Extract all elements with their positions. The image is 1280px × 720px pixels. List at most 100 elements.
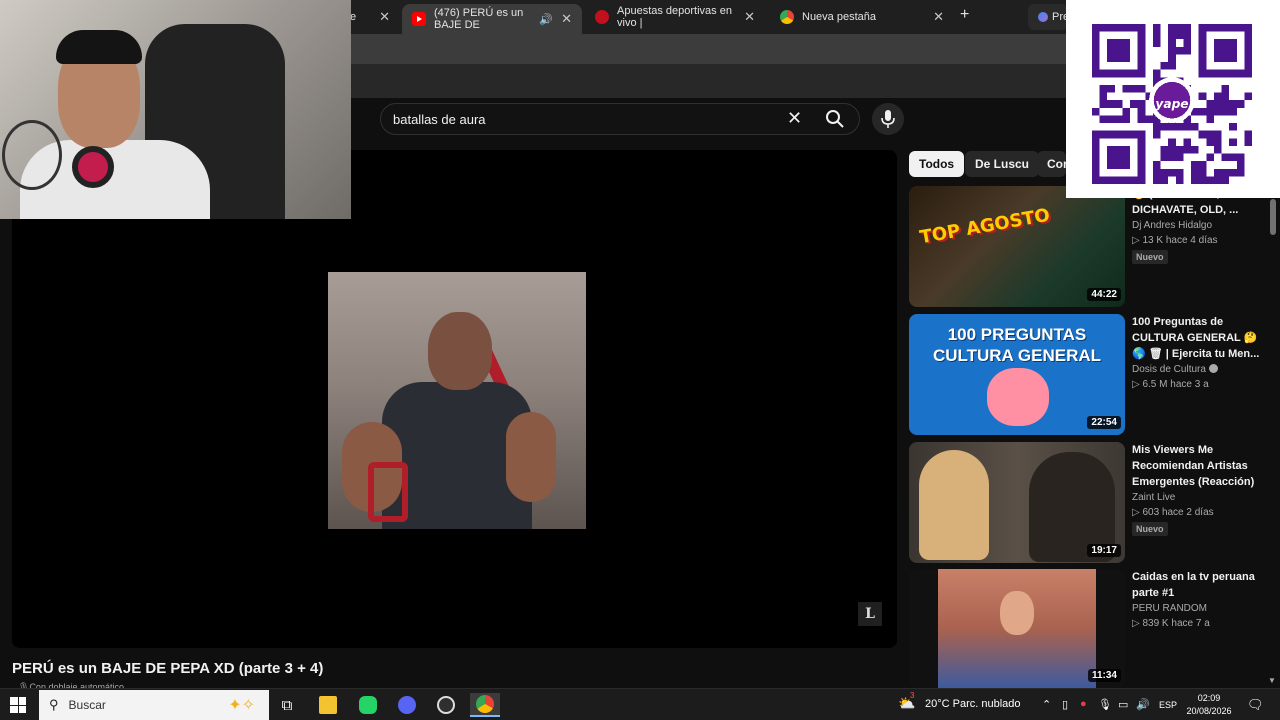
duration-badge: 11:34 (1087, 669, 1121, 682)
tab-betting[interactable]: Apuestas deportivas en vivo | ✕ (585, 4, 765, 30)
clock-date: 20/08/2026 (1186, 706, 1232, 716)
chip-all[interactable]: Todos (909, 151, 965, 177)
recommended-video[interactable]: 11:34 Caidas en la tv peruana parte #1 P… (909, 569, 1264, 688)
file-explorer-button[interactable] (313, 693, 343, 717)
duration-badge: 19:17 (1087, 544, 1121, 557)
microphone-icon[interactable]: 🎙 (1098, 698, 1112, 711)
chrome-icon (780, 10, 794, 24)
thumbnail-text: TOP AGOSTO (918, 204, 1052, 249)
microphone-icon (881, 110, 895, 128)
weather-text[interactable]: 20°C Parc. nublado (925, 698, 1021, 710)
chip-related[interactable]: Con (1037, 151, 1066, 177)
upload-age: hace 7 a (1171, 618, 1210, 629)
thumbnail-text: 100 PREGUNTAS CULTURA GENERAL (932, 325, 1102, 365)
task-view-button[interactable]: ⧉ (272, 693, 302, 717)
tab-label: Nueva pestaña (802, 11, 876, 23)
notifications-icon[interactable]: 🗨 (1247, 697, 1264, 713)
channel-name[interactable]: Dosis de Cultura (1132, 364, 1262, 375)
video-frame (328, 272, 586, 529)
video-thumbnail[interactable]: TOP AGOSTO 44:22 (909, 186, 1125, 307)
video-title[interactable]: Mis Viewers Me Recomiendan Artistas Emer… (1132, 442, 1262, 490)
channel-name[interactable]: Dj Andres Hidalgo (1132, 220, 1262, 231)
copilot-sparkle-icon: ✦✧ (228, 697, 255, 714)
view-count: ▷ 603 (1132, 507, 1160, 518)
video-meta: ▷ 13 K hace 4 días (1132, 235, 1262, 246)
device-icon[interactable]: ▯ (1062, 698, 1068, 711)
video-meta: ▷ 6.5 M hace 3 a (1132, 379, 1262, 390)
volume-icon[interactable]: 🔊 (1136, 698, 1150, 711)
app-tray-icon[interactable]: ● (1080, 698, 1087, 710)
betting-site-icon (595, 10, 609, 24)
video-thumbnail[interactable]: 19:17 (909, 442, 1125, 563)
video-player[interactable]: L (12, 150, 897, 648)
close-icon[interactable]: ✕ (379, 9, 390, 25)
search-input[interactable]: batallas de aura (393, 112, 486, 127)
microphone-icon (72, 146, 114, 188)
tab-new-tab[interactable]: Nueva pestaña ✕ (770, 4, 954, 30)
network-icon[interactable]: ▭ (1118, 698, 1128, 711)
tab-label: (476) PERÚ es un BAJE DE (434, 7, 524, 31)
taskbar-search[interactable]: ⚲ Buscar ✦✧ (39, 690, 269, 720)
task-view-icon: ⧉ (281, 696, 293, 714)
whatsapp-icon (359, 696, 377, 714)
channel-name[interactable]: PERU RANDOM (1132, 603, 1262, 614)
discord-button[interactable] (392, 693, 422, 717)
video-title[interactable]: 100 Preguntas de CULTURA GENERAL 🤔 🌎 🗑 |… (1132, 314, 1262, 362)
scrollbar-thumb[interactable] (1270, 199, 1276, 235)
tab-youtube-video[interactable]: (476) PERÚ es un BAJE DE 🔊 ✕ (402, 4, 582, 34)
chrome-icon (476, 695, 494, 713)
scroll-down-arrow-icon[interactable]: ▼ (1268, 676, 1276, 685)
discord-icon (398, 696, 416, 714)
clock-time: 02:09 (1197, 693, 1221, 703)
search-icon: ⚲ (49, 697, 59, 712)
windows-start-icon[interactable] (10, 697, 26, 713)
recommended-video[interactable]: 100 PREGUNTAS CULTURA GENERAL 22:54 100 … (909, 314, 1264, 436)
tab-gemini[interactable]: Pre (1028, 4, 1069, 30)
gemini-icon (1038, 12, 1048, 22)
close-icon[interactable]: ✕ (933, 9, 944, 25)
video-thumbnail[interactable]: 11:34 (909, 569, 1125, 688)
close-icon[interactable]: ✕ (744, 9, 755, 25)
upload-age: hace 3 a (1170, 379, 1209, 390)
recommended-video[interactable]: TOP AGOSTO 44:22 🔥 (DE LEJITOS, DICHAVAT… (909, 186, 1264, 308)
language-indicator[interactable]: ESP (1159, 700, 1177, 710)
yape-logo-text: yape (1155, 97, 1188, 111)
view-count: ▷ 13 K (1132, 235, 1164, 246)
chrome-button[interactable] (470, 693, 500, 717)
speaker-icon[interactable]: 🔊 (539, 13, 553, 26)
recommended-video[interactable]: 19:17 Mis Viewers Me Recomiendan Artista… (909, 442, 1264, 564)
taskbar-search-label: Buscar (68, 698, 106, 712)
folder-icon (319, 696, 337, 714)
gym-machine (368, 462, 408, 522)
upload-age: hace 2 días (1161, 507, 1214, 518)
new-tab-button[interactable]: + (960, 6, 969, 24)
view-count: ▷ 6.5 M (1132, 379, 1168, 390)
search-icon[interactable] (825, 109, 845, 129)
chevron-up-icon[interactable]: ⌃ (1042, 698, 1051, 711)
voice-search-button[interactable] (872, 103, 904, 135)
pop-filter (2, 120, 62, 190)
search-box[interactable]: batallas de aura ✕ (380, 103, 860, 135)
clear-search-icon[interactable]: ✕ (787, 108, 802, 129)
video-title[interactable]: Caidas en la tv peruana parte #1 (1132, 569, 1262, 601)
duration-badge: 22:54 (1087, 416, 1121, 429)
view-count: ▷ 839 K (1132, 618, 1169, 629)
donation-qr-overlay: yape (1066, 0, 1280, 198)
duration-badge: 44:22 (1087, 288, 1121, 301)
chip-channel[interactable]: De Luscu (965, 151, 1040, 177)
browser-toolbar (350, 34, 1066, 64)
qr-code: yape (1092, 24, 1252, 184)
person-arm (506, 412, 556, 502)
youtube-icon (412, 12, 426, 26)
streamer-hair (56, 30, 142, 64)
video-thumbnail[interactable]: 100 PREGUNTAS CULTURA GENERAL 22:54 (909, 314, 1125, 435)
clock[interactable]: 02:09 20/08/2026 (1178, 692, 1240, 718)
verified-icon (1208, 364, 1218, 373)
bookmarks-bar (350, 64, 1066, 98)
close-icon[interactable]: ✕ (561, 11, 572, 27)
channel-name[interactable]: Zaint Live (1132, 492, 1262, 503)
brain-illustration (987, 368, 1049, 426)
tab-label: Apuestas deportivas en vivo | (617, 5, 732, 29)
whatsapp-button[interactable] (353, 693, 383, 717)
obs-button[interactable] (431, 693, 461, 717)
